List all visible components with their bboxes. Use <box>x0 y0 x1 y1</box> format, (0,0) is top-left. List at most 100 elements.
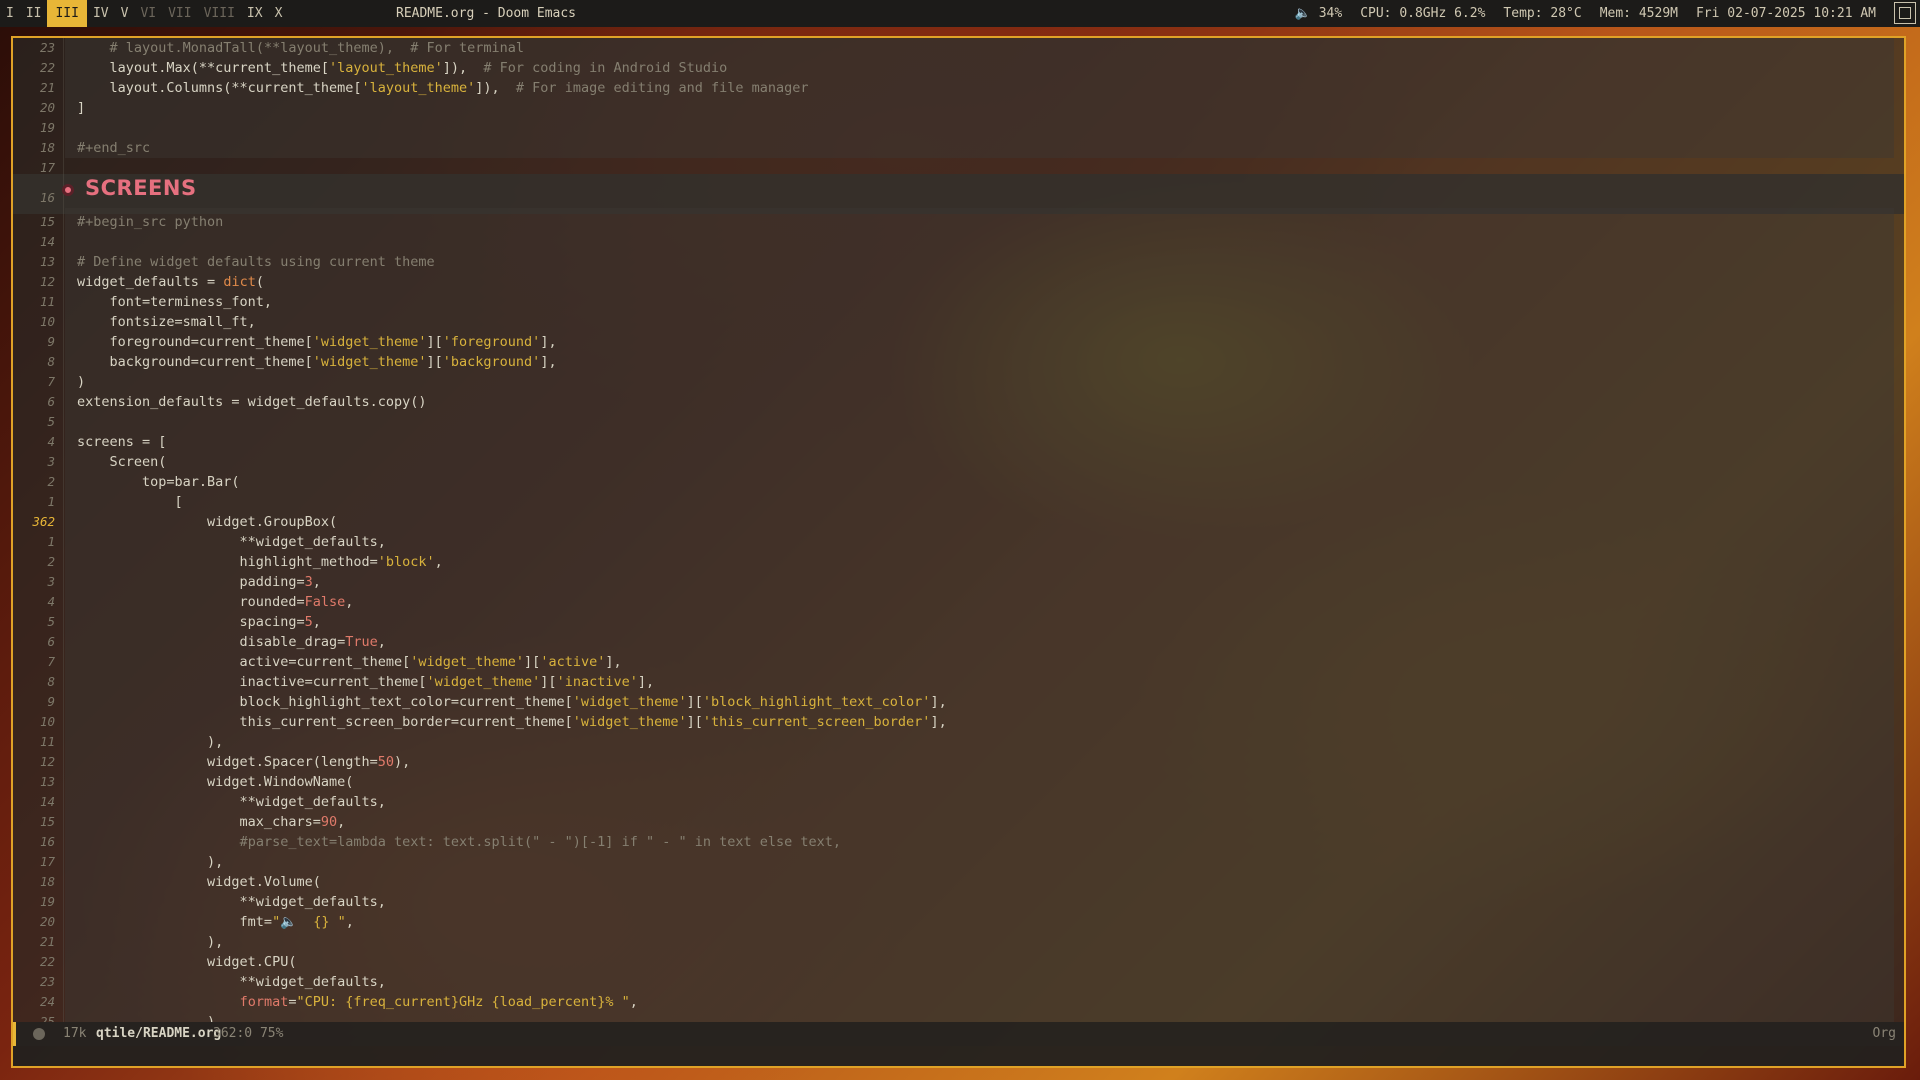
workspace-3[interactable]: III <box>47 0 87 27</box>
code-line[interactable]: 2 highlight_method='block', <box>13 552 1904 572</box>
line-number: 17 <box>39 160 55 175</box>
code-line[interactable]: 5 <box>13 412 1904 432</box>
mem-widget: Mem: 4529M <box>1599 6 1678 21</box>
code-line[interactable]: 6 extension_defaults = widget_defaults.co… <box>13 392 1904 412</box>
code-line[interactable]: 20 fmt="🔈 {} ", <box>13 912 1904 932</box>
line-number: 11 <box>39 294 55 309</box>
line-number: 22 <box>39 60 55 75</box>
code-token: ][ <box>524 654 541 670</box>
org-heading[interactable]: SCREENS <box>85 178 197 199</box>
line-number: 18 <box>39 140 55 155</box>
minibuffer[interactable] <box>13 1046 1904 1066</box>
code-token: widget.CPU( <box>77 954 297 970</box>
org-heading-bullet-icon <box>62 184 74 196</box>
code-line[interactable]: 11 ), <box>13 732 1904 752</box>
code-line[interactable]: 1 [ <box>13 492 1904 512</box>
code-line[interactable]: 4 screens = [ <box>13 432 1904 452</box>
code-line[interactable]: 21 ), <box>13 932 1904 952</box>
code-line[interactable]: 18 #+end_src <box>13 138 1904 158</box>
code-token: block_highlight_text_color=current_theme… <box>77 694 573 710</box>
code-token: **widget_defaults, <box>77 974 386 990</box>
emacs-window[interactable]: 23 # layout.MonadTall(**layout_theme), #… <box>11 36 1906 1068</box>
code-token: , <box>434 554 443 570</box>
code-line[interactable]: 3 padding=3, <box>13 572 1904 592</box>
line-number: 8 <box>47 354 55 369</box>
code-line[interactable]: 9 foreground=current_theme['widget_theme… <box>13 332 1904 352</box>
code-token: spacing= <box>77 614 305 630</box>
code-line[interactable]: 10 fontsize=small_ft, <box>13 312 1904 332</box>
code-line[interactable]: 9 block_highlight_text_color=current_the… <box>13 692 1904 712</box>
code-line[interactable]: 8 background=current_theme['widget_theme… <box>13 352 1904 372</box>
code-line[interactable]: 3 Screen( <box>13 452 1904 472</box>
code-text: widget.CPU( <box>77 952 296 972</box>
code-text: ), <box>77 1012 223 1022</box>
code-token: #+begin_src python <box>77 214 224 230</box>
code-text: widget_defaults = dict( <box>77 272 264 292</box>
code-buffer[interactable]: 23 # layout.MonadTall(**layout_theme), #… <box>13 38 1904 1022</box>
code-token: ( <box>255 274 264 290</box>
code-text: font=terminess_font, <box>77 292 273 312</box>
code-line[interactable]: 5 spacing=5, <box>13 612 1904 632</box>
line-number: 10 <box>39 714 55 729</box>
code-line[interactable]: 2 top=bar.Bar( <box>13 472 1904 492</box>
code-line[interactable]: 6 disable_drag=True, <box>13 632 1904 652</box>
code-line[interactable]: 24 format="CPU: {freq_current}GHz {load_… <box>13 992 1904 1012</box>
code-token: 'block_highlight_text_color' <box>702 694 931 710</box>
code-line[interactable]: 19 <box>13 118 1904 138</box>
code-line[interactable]: 14 **widget_defaults, <box>13 792 1904 812</box>
line-number: 11 <box>39 734 55 749</box>
code-line[interactable]: 362 widget.GroupBox( <box>13 512 1904 532</box>
code-token: fmt= <box>77 914 273 930</box>
workspace-7[interactable]: VII <box>162 0 197 27</box>
code-line[interactable]: 11 font=terminess_font, <box>13 292 1904 312</box>
workspace-8[interactable]: VIII <box>198 0 241 27</box>
workspace-4[interactable]: IV <box>87 0 115 27</box>
code-line[interactable]: 15 #+begin_src python <box>13 212 1904 232</box>
volume-widget[interactable]: 🔈 34% <box>1295 0 1343 27</box>
workspace-10[interactable]: X <box>269 0 289 27</box>
code-line[interactable]: 10 this_current_screen_border=current_th… <box>13 712 1904 732</box>
code-line[interactable]: 12 widget_defaults = dict( <box>13 272 1904 292</box>
code-line[interactable]: 19 **widget_defaults, <box>13 892 1904 912</box>
code-text: #+end_src <box>77 138 150 158</box>
code-line[interactable]: 1 **widget_defaults, <box>13 532 1904 552</box>
code-line[interactable]: 18 widget.Volume( <box>13 872 1904 892</box>
workspace-9[interactable]: IX <box>241 0 269 27</box>
code-line[interactable]: 14 <box>13 232 1904 252</box>
line-number: 14 <box>39 794 55 809</box>
code-line[interactable]: 4 rounded=False, <box>13 592 1904 612</box>
code-line[interactable]: 22 widget.CPU( <box>13 952 1904 972</box>
layout-icon[interactable] <box>1894 2 1916 24</box>
code-line[interactable]: 12 widget.Spacer(length=50), <box>13 752 1904 772</box>
line-number: 2 <box>47 474 55 489</box>
code-token: ], <box>930 714 947 730</box>
code-text: spacing=5, <box>77 612 321 632</box>
code-line[interactable]: 21 layout.Columns(**current_theme['layou… <box>13 78 1904 98</box>
workspace-5[interactable]: V <box>115 0 135 27</box>
code-line[interactable]: 13 widget.WindowName( <box>13 772 1904 792</box>
code-line[interactable]: 17 ), <box>13 852 1904 872</box>
code-line[interactable]: 7) <box>13 372 1904 392</box>
code-line[interactable]: 20] <box>13 98 1904 118</box>
code-line[interactable]: 25 ), <box>13 1012 1904 1022</box>
code-line[interactable]: 13 # Define widget defaults using current… <box>13 252 1904 272</box>
workspace-2[interactable]: II <box>20 0 48 27</box>
code-line[interactable]: 8 inactive=current_theme['widget_theme']… <box>13 672 1904 692</box>
workspace-1[interactable]: I <box>0 0 20 27</box>
code-line[interactable]: 23 # layout.MonadTall(**layout_theme), #… <box>13 38 1904 58</box>
code-line[interactable]: 7 active=current_theme['widget_theme']['… <box>13 652 1904 672</box>
code-line[interactable]: 22 layout.Max(**current_theme['layout_th… <box>13 58 1904 78</box>
code-text: padding=3, <box>77 572 321 592</box>
code-line[interactable]: 16 #parse_text=lambda text: text.split("… <box>13 832 1904 852</box>
code-text: this_current_screen_border=current_theme… <box>77 712 947 732</box>
code-token: , <box>312 574 321 590</box>
code-line[interactable]: 16 SCREENS <box>13 178 1904 212</box>
workspace-6[interactable]: VI <box>134 0 162 27</box>
code-line[interactable]: 23 **widget_defaults, <box>13 972 1904 992</box>
code-token: , <box>345 594 354 610</box>
code-token: #+end_src <box>77 140 151 156</box>
code-text: fontsize=small_ft, <box>77 312 256 332</box>
code-line[interactable]: 15 max_chars=90, <box>13 812 1904 832</box>
code-line[interactable]: 17 <box>13 158 1904 178</box>
